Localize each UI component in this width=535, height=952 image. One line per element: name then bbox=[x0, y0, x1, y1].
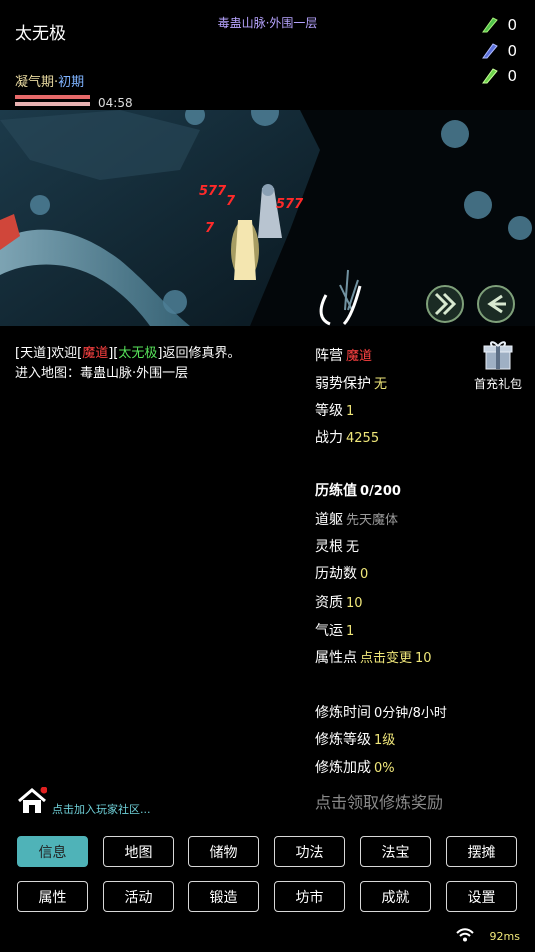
realm-main: 凝气期 bbox=[15, 75, 55, 90]
auto-battle-icon[interactable] bbox=[426, 285, 464, 323]
stat-power: 战力 4255 bbox=[315, 430, 380, 446]
stat-aptitude: 资质 10 bbox=[315, 595, 363, 611]
menu-skills-button[interactable]: 功法 bbox=[274, 836, 345, 867]
menu-settings-button[interactable]: 设置 bbox=[446, 881, 517, 912]
resource-green-leaf-gem[interactable]: 0 bbox=[481, 67, 517, 85]
cultivation-realm: 凝气期·初期 bbox=[15, 75, 85, 90]
menu-treasure-button[interactable]: 法宝 bbox=[360, 836, 431, 867]
network-ping: 92ms bbox=[489, 930, 520, 943]
green-leaf-gem-icon bbox=[482, 68, 499, 84]
stat-cult-bonus: 修炼加成 0% bbox=[315, 760, 395, 776]
hp-bar bbox=[15, 95, 90, 99]
menu-achievements-button[interactable]: 成就 bbox=[360, 881, 431, 912]
stat-exp: 历练值 0/200 bbox=[315, 483, 401, 499]
menu-forge-button[interactable]: 锻造 bbox=[188, 881, 259, 912]
mp-bar bbox=[15, 102, 90, 106]
damage-number: 577 bbox=[199, 184, 227, 199]
battle-scene: 577 7 577 7 bbox=[0, 110, 535, 326]
join-community-link[interactable]: 点击加入玩家社区... bbox=[52, 801, 151, 817]
stat-cult-time: 修炼时间 0分钟/8小时 bbox=[315, 705, 447, 721]
stat-points: 属性点 点击变更 10 bbox=[315, 650, 432, 666]
green-gem-icon bbox=[482, 17, 499, 33]
player-character[interactable] bbox=[231, 220, 259, 280]
damage-number: 7 bbox=[226, 194, 236, 209]
menu-info-button[interactable]: 信息 bbox=[17, 836, 88, 867]
damage-number: 577 bbox=[276, 197, 304, 212]
notification-dot bbox=[40, 786, 48, 794]
change-points-link[interactable]: 点击变更 bbox=[360, 651, 412, 666]
menu-events-button[interactable]: 活动 bbox=[103, 881, 174, 912]
menu-map-button[interactable]: 地图 bbox=[103, 836, 174, 867]
stat-luck: 气运 1 bbox=[315, 623, 355, 639]
stat-cult-level: 修炼等级 1级 bbox=[315, 732, 396, 748]
chat-line: 进入地图：毒蛊山脉·外围一层 bbox=[15, 366, 189, 381]
stat-level: 等级 1 bbox=[315, 403, 355, 419]
blue-gem-icon bbox=[482, 43, 499, 59]
menu-storage-button[interactable]: 储物 bbox=[188, 836, 259, 867]
return-icon[interactable] bbox=[477, 285, 515, 323]
first-charge-gift-button[interactable]: 首充礼包 bbox=[472, 338, 524, 392]
home-icon bbox=[18, 786, 48, 813]
damage-number: 7 bbox=[205, 221, 215, 236]
resource-blue-gem[interactable]: 0 bbox=[481, 42, 517, 60]
menu-attributes-button[interactable]: 属性 bbox=[17, 881, 88, 912]
stat-tribulation: 历劫数 0 bbox=[315, 566, 369, 582]
resource-green-gem[interactable]: 0 bbox=[481, 16, 517, 34]
stat-body: 道躯 先天魔体 bbox=[315, 512, 399, 528]
stat-faction: 阵营 魔道 bbox=[315, 348, 373, 364]
battle-timer: 04:58 bbox=[98, 96, 133, 110]
stat-protection: 弱势保护无 bbox=[315, 376, 388, 392]
gift-box-icon bbox=[483, 341, 513, 370]
resource-count: 0 bbox=[507, 42, 517, 60]
menu-market-button[interactable]: 坊市 bbox=[274, 881, 345, 912]
gift-label: 首充礼包 bbox=[473, 377, 522, 391]
menu-stall-button[interactable]: 摆摊 bbox=[446, 836, 517, 867]
chat-line: [天道]欢迎[魔道][太无极]返回修真界。 bbox=[15, 346, 241, 361]
resource-count: 0 bbox=[507, 67, 517, 85]
home-button[interactable] bbox=[17, 786, 48, 819]
realm-stage: 初期 bbox=[58, 75, 85, 90]
stat-root: 灵根无 bbox=[315, 539, 360, 555]
claim-cultivation-reward-button[interactable]: 点击领取修炼奖励 bbox=[315, 789, 443, 813]
map-location-title: 毒蛊山脉·外围一层 bbox=[217, 16, 318, 30]
resource-count: 0 bbox=[507, 16, 517, 34]
wifi-icon bbox=[456, 927, 474, 946]
chat-log: [天道]欢迎[魔道][太无极]返回修真界。 进入地图：毒蛊山脉·外围一层 bbox=[15, 344, 240, 384]
